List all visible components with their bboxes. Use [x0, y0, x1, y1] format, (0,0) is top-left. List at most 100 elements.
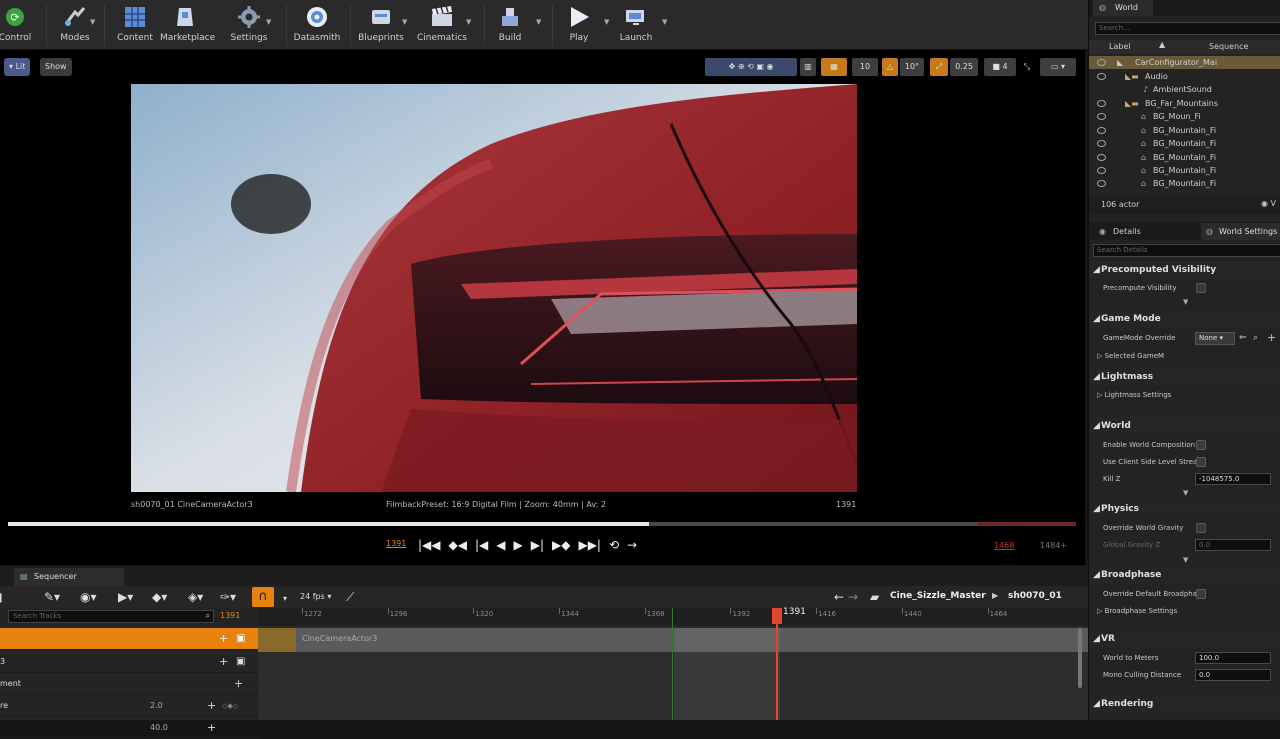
details-search-input[interactable]: Search Details	[1093, 244, 1280, 257]
step-back-icon[interactable]: |◀	[475, 538, 488, 552]
track-row[interactable]: 3 + ▣	[0, 651, 258, 673]
visibility-eye-icon[interactable]	[1097, 100, 1106, 107]
section-lightmass[interactable]: ◢ Lightmass	[1089, 368, 1280, 386]
edit-options-icon[interactable]: ✑▾	[220, 589, 236, 605]
settings-button[interactable]: Settings ▼	[224, 0, 274, 50]
outliner-row[interactable]: ⌂ BG_Mountain_Fi	[1089, 177, 1280, 190]
enable-world-composition-checkbox[interactable]	[1196, 440, 1206, 450]
snap-options-chevron[interactable]: ▾	[283, 591, 287, 607]
add-track-icon[interactable]: +	[234, 673, 243, 695]
blueprints-button[interactable]: Blueprints ▼	[356, 0, 407, 50]
section-game-mode[interactable]: ◢ Game Mode	[1089, 310, 1280, 328]
tab-sequencer[interactable]: ▤ Sequencer	[14, 568, 124, 586]
client-side-level-streaming-checkbox[interactable]	[1196, 457, 1206, 467]
camera-cut-section[interactable]: CineCameraActor3	[258, 628, 1088, 652]
visibility-eye-icon[interactable]	[1097, 113, 1106, 120]
playback-scrubber[interactable]	[8, 522, 1076, 526]
view-options-icon[interactable]: ◉▾	[80, 589, 97, 605]
back-arrow-icon[interactable]: ←	[834, 589, 844, 605]
forward-arrow-icon[interactable]: →	[848, 589, 858, 605]
tab-world-outliner[interactable]: ◍ World	[1093, 0, 1153, 16]
modes-button[interactable]: Modes ▼	[52, 0, 98, 50]
track-lanes[interactable]	[258, 652, 1088, 720]
arrow-left-icon[interactable]: ⇐	[1239, 333, 1247, 343]
section-rendering[interactable]: ◢ Rendering	[1089, 695, 1280, 713]
track-row[interactable]: ment +	[0, 673, 258, 695]
outliner-row[interactable]: ♪ AmbientSound	[1089, 83, 1280, 96]
vertical-scrollbar[interactable]	[1078, 628, 1082, 688]
add-track-icon[interactable]: +	[219, 628, 228, 650]
search-icon[interactable]: ⌕	[1253, 333, 1258, 343]
tab-world-settings[interactable]: ◍ World Settings	[1201, 223, 1280, 240]
section-vr[interactable]: ◢ VR	[1089, 630, 1280, 648]
cinematics-button[interactable]: Cinematics ▼	[416, 0, 471, 50]
show-button[interactable]: Show	[40, 58, 72, 76]
play-forward-icon[interactable]: ▶	[513, 538, 522, 552]
play-reverse-icon[interactable]: ◀	[496, 538, 505, 552]
playhead-line[interactable]	[776, 608, 778, 720]
gamemode-override-select[interactable]: None ▾	[1195, 332, 1235, 345]
outliner-row[interactable]: ⌂ BG_Mountain_Fi	[1089, 151, 1280, 164]
outliner-row[interactable]: ⌂ BG_Mountain_Fi	[1089, 164, 1280, 177]
section-broadphase[interactable]: ◢ Broadphase	[1089, 566, 1280, 584]
playhead-handle[interactable]	[772, 608, 782, 624]
rotate-icon[interactable]: ⟲	[747, 62, 754, 71]
transform-tools-group[interactable]: ✥ ⊕ ⟲ ▣ ◉	[705, 58, 797, 76]
section-physics[interactable]: ◢ Physics	[1089, 500, 1280, 518]
expand-advanced-icon[interactable]: ▼	[1183, 298, 1188, 306]
key-navigation-icon[interactable]: ◇◆◇	[222, 695, 238, 717]
outliner-row[interactable]: ◣ CarConfigurator_Mai	[1089, 56, 1280, 69]
step-back-key-icon[interactable]: ◆◀	[449, 538, 467, 552]
source-control-button[interactable]: ⟳ Control	[0, 0, 38, 50]
level-viewport[interactable]: ▾ Lit Show ✥ ⊕ ⟲ ▣ ◉ ▥ ▦ 10 △ 10° ⤢ 0.25…	[0, 50, 1085, 565]
loop-icon[interactable]: ⟲	[609, 538, 619, 552]
grid-snap-toggle[interactable]: ▦	[821, 58, 847, 76]
track-value[interactable]: 40.0	[150, 717, 168, 739]
jump-start-icon[interactable]: |◀◀	[418, 538, 441, 552]
fps-selector[interactable]: 24 fps ▾	[300, 592, 331, 601]
visibility-eye-icon[interactable]	[1097, 73, 1106, 80]
visibility-eye-icon[interactable]	[1097, 59, 1106, 66]
save-sequence-icon[interactable]: ▮	[0, 589, 3, 605]
track-row[interactable]: 40.0 +	[0, 717, 258, 739]
expand-advanced-icon[interactable]: ▼	[1183, 556, 1188, 564]
sequencer-timeline[interactable]: 1272 1296 1320 1344 1368 1392 1416 1440 1464 Cin…	[258, 607, 1088, 720]
kill-z-field[interactable]: -1048575.0	[1195, 473, 1271, 485]
camera-icon[interactable]: ▣	[236, 628, 245, 650]
launch-button[interactable]: Launch ▼	[614, 0, 667, 50]
tab-details[interactable]: ◉ Details	[1093, 223, 1197, 240]
override-world-gravity-checkbox[interactable]	[1196, 523, 1206, 533]
surface-snap-button[interactable]: ▥	[800, 58, 816, 76]
playback-options-icon[interactable]: ▶▾	[118, 589, 133, 605]
marketplace-button[interactable]: Marketplace	[160, 0, 215, 50]
add-icon[interactable]: +	[1267, 331, 1276, 344]
datasmith-button[interactable]: Datasmith	[292, 0, 342, 50]
expand-advanced-icon[interactable]: ▼	[1183, 489, 1188, 497]
scale-snap-value[interactable]: 0.25	[950, 58, 978, 76]
outliner-search-input[interactable]: Search...	[1095, 22, 1280, 35]
record-icon[interactable]: →	[627, 538, 637, 552]
step-forward-key-icon[interactable]: ▶◆	[552, 538, 570, 552]
search-tracks-input[interactable]: Search Tracks ⌕	[8, 610, 214, 623]
camera-speed-button[interactable]: ■ 4	[984, 58, 1016, 76]
selected-gamemode-row[interactable]: ▷ Selected GameM	[1097, 352, 1164, 360]
current-frame-field[interactable]: 1391	[386, 539, 406, 548]
track-row[interactable]: re 2.0 + ◇◆◇	[0, 695, 258, 717]
auto-key-icon[interactable]: ◈▾	[188, 589, 203, 605]
outliner-row[interactable]: ⌂ BG_Mountain_Fi	[1089, 137, 1280, 150]
world-to-meters-field[interactable]: 100.0	[1195, 652, 1271, 664]
transform-tool-icon[interactable]: ✎▾	[44, 589, 60, 605]
track-value[interactable]: 2.0	[150, 695, 163, 717]
world-space-icon[interactable]: ◉	[766, 62, 773, 71]
breadcrumb-master[interactable]: Cine_Sizzle_Master	[890, 591, 986, 601]
content-button[interactable]: Content	[112, 0, 158, 50]
add-key-icon[interactable]: +	[207, 695, 216, 717]
global-gravity-field[interactable]: 0.0	[1195, 539, 1271, 551]
outliner-row[interactable]: ◣▬ BG_Far_Mountains	[1089, 97, 1280, 110]
lightmass-settings-row[interactable]: ▷ Lightmass Settings	[1097, 391, 1171, 399]
scale-icon[interactable]: ▣	[756, 62, 764, 71]
lit-view-mode-button[interactable]: ▾ Lit	[4, 58, 31, 76]
col-sequence[interactable]: Sequence	[1209, 42, 1248, 51]
translate-icon[interactable]: ⊕	[738, 62, 745, 71]
camera-icon[interactable]: ▣	[236, 651, 245, 673]
